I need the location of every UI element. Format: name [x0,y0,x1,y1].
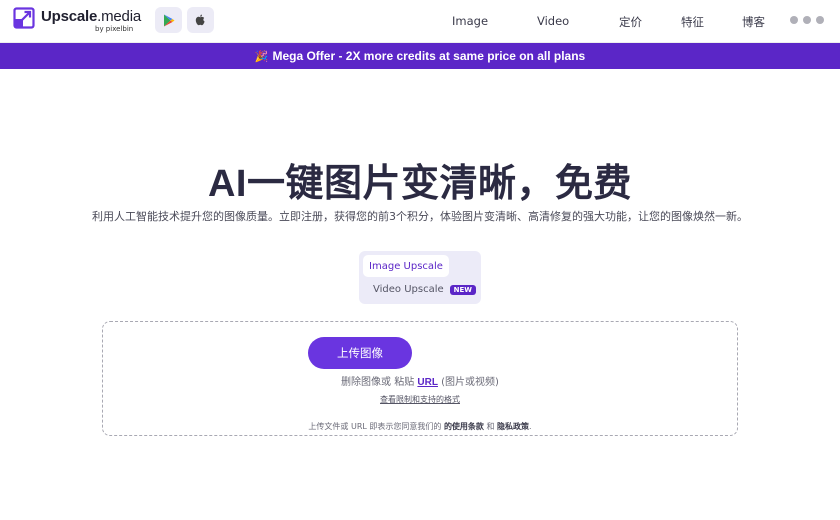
terms-notice: 上传文件或 URL 即表示您同意我们的 的使用条款 和 隐私政策. [0,421,840,432]
drop-prefix: 删除图像或 粘贴 [341,377,415,388]
limits-formats-link[interactable]: 查看限制和支持的格式 [380,395,460,404]
dot [816,16,824,24]
tab-video-upscale[interactable]: Video Upscale NEW [373,284,477,295]
party-popper-icon: 🎉 [254,50,269,63]
app-store-button[interactable] [187,7,214,33]
tab-image-upscale[interactable]: Image Upscale [363,255,449,277]
google-play-icon [163,14,174,26]
promo-text: Mega Offer - 2X more credits at same pri… [272,49,586,63]
logo-text: Upscale.media [41,8,141,25]
terms-end: . [529,422,532,431]
tab-video-label: Video Upscale [373,284,444,295]
terms-prefix: 上传文件或 URL 即表示您同意我们的 [308,422,442,431]
logo-byline: by pixelbin [95,25,134,33]
promo-banner[interactable]: 🎉 Mega Offer - 2X more credits at same p… [0,43,840,69]
page-title: AI一键图片变清晰，免费 [207,163,632,205]
nav-video[interactable]: Video [537,14,569,28]
nav-blog[interactable]: 博客 [742,14,765,30]
dot [803,16,811,24]
drop-instructions: 删除图像或 粘贴 URL (图片或视频) [0,373,840,388]
dot [790,16,798,24]
drop-suffix: (图片或视频) [441,377,499,388]
nav-pricing[interactable]: 定价 [619,14,642,30]
upload-image-button[interactable]: 上传图像 [308,337,412,369]
privacy-policy-link[interactable]: 隐私政策 [497,422,529,431]
more-dots-icon[interactable] [790,16,824,24]
new-badge: NEW [449,284,477,295]
limits-formats-link-row: 查看限制和支持的格式 [0,394,840,405]
site-header: Upscale.media by pixelbin Image Video 定价… [0,0,840,43]
upscale-logo-icon [13,7,35,29]
nav-image[interactable]: Image [452,14,488,28]
terms-of-use-link[interactable]: 的使用条款 [444,422,484,431]
logo[interactable]: Upscale.media by pixelbin [13,7,141,35]
google-play-button[interactable] [155,7,182,33]
page-subtitle: 利用人工智能技术提升您的图像质量。立即注册，获得您的前3个积分，体验图片变清晰、… [92,210,748,223]
terms-and: 和 [486,422,495,431]
nav-features[interactable]: 特征 [681,14,704,30]
upscale-type-tabs: Image Upscale Video Upscale NEW [359,251,481,304]
apple-icon [195,14,205,25]
url-link[interactable]: URL [417,377,438,388]
